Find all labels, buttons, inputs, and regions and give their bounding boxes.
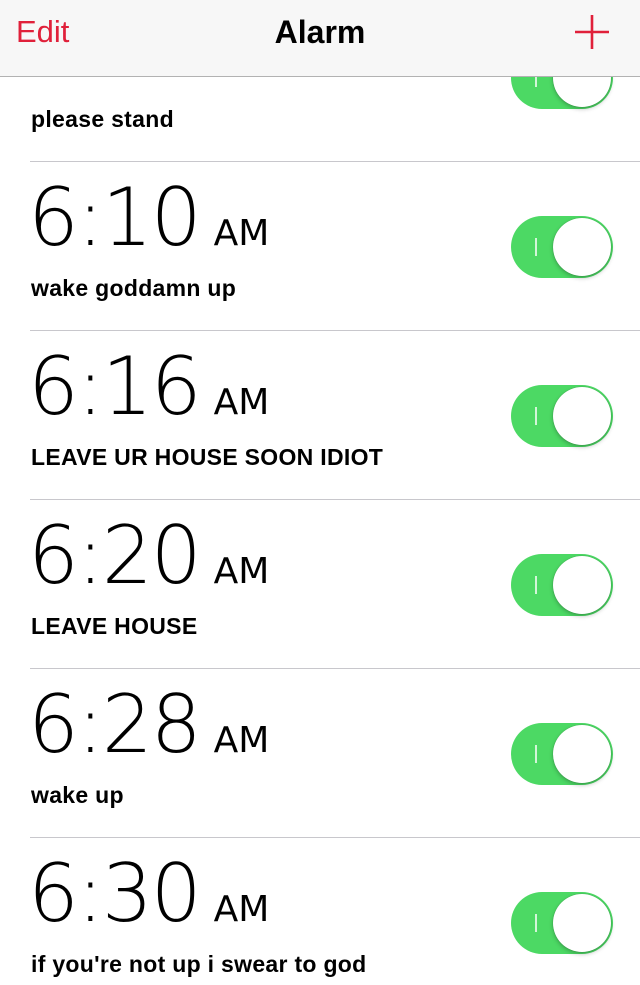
alarm-toggle[interactable] (511, 554, 613, 616)
alarm-label: wake goddamn up (31, 275, 237, 301)
toggle-on-mark (535, 407, 537, 425)
alarm-toggle[interactable] (511, 385, 613, 447)
navigation-bar: Edit Alarm (0, 0, 640, 77)
alarm-time: 6:20 AM (28, 516, 269, 596)
toggle-knob (553, 387, 611, 445)
alarm-time-digits: 6:30 (28, 847, 202, 940)
alarm-ampm: AM (213, 889, 270, 930)
alarm-row[interactable]: 6:10 AM wake goddamn up (0, 162, 640, 331)
alarm-ampm: AM (213, 382, 270, 423)
alarm-time-digits: 6:20 (28, 509, 202, 602)
alarm-time: 6:10 AM (28, 178, 269, 258)
alarm-time-digits: 6:28 (28, 678, 202, 771)
toggle-knob (553, 725, 611, 783)
alarm-ampm: AM (213, 551, 270, 592)
toggle-on-mark (535, 745, 537, 763)
alarm-row[interactable]: 6:16 AM LEAVE UR HOUSE SOON IDIOT (0, 331, 640, 500)
toggle-on-mark (535, 238, 537, 256)
page-title: Alarm (274, 14, 366, 50)
add-alarm-button[interactable] (574, 14, 610, 50)
alarm-time: 6:28 AM (28, 685, 269, 765)
alarm-ampm: AM (213, 720, 270, 761)
alarm-time: 6:16 AM (28, 347, 269, 427)
toggle-knob (553, 556, 611, 614)
plus-icon (575, 15, 609, 49)
toggle-knob (553, 894, 611, 952)
alarm-row[interactable]: 6:28 AM wake up (0, 669, 640, 838)
alarm-row[interactable]: 6:30 AM if you're not up i swear to god (0, 838, 640, 985)
alarm-label: LEAVE HOUSE (31, 613, 198, 639)
toggle-on-mark (535, 576, 537, 594)
alarm-time-digits: 6:10 (28, 171, 202, 264)
alarm-label: if you're not up i swear to god (31, 951, 367, 977)
alarm-label: please stand (31, 106, 174, 132)
alarm-toggle[interactable] (511, 723, 613, 785)
alarm-toggle[interactable] (511, 216, 613, 278)
alarm-label: wake up (31, 782, 124, 808)
alarm-time: 6:30 AM (28, 854, 269, 934)
toggle-knob (553, 218, 611, 276)
alarm-row[interactable]: 6:20 AM LEAVE HOUSE (0, 500, 640, 669)
alarm-time-digits: 6:16 (28, 340, 202, 433)
alarm-ampm: AM (213, 213, 270, 254)
alarm-toggle[interactable] (511, 892, 613, 954)
toggle-on-mark (535, 914, 537, 932)
alarm-list: 6:00AM please stand 6:10AM wake goddamn … (0, 0, 640, 985)
alarm-label: LEAVE UR HOUSE SOON IDIOT (31, 444, 384, 470)
